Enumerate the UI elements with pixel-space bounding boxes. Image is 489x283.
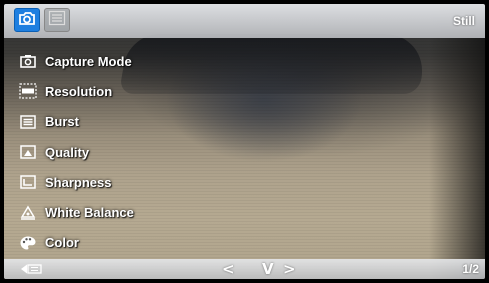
menu-item-label: Burst: [45, 114, 79, 130]
header-bar: Still: [4, 4, 485, 38]
menu-item-label: Sharpness: [45, 174, 112, 190]
nav-right-arrow[interactable]: >: [283, 260, 296, 278]
resolution-size-icon: [18, 82, 38, 100]
menu-item-label: White Balance: [45, 205, 134, 221]
white-balance-icon: [18, 204, 38, 222]
menu-item-color[interactable]: Color: [18, 228, 258, 258]
menu-item-label: Capture Mode: [45, 53, 132, 69]
menu-item-sharpness[interactable]: Sharpness: [18, 167, 258, 197]
menu-item-white-balance[interactable]: White Balance: [18, 197, 258, 227]
menu-item-label: Quality: [45, 144, 90, 160]
back-icon: [19, 260, 43, 279]
nav-left-arrow[interactable]: <: [222, 260, 235, 278]
settings-list-icon: [48, 10, 66, 30]
color-palette-icon: [18, 234, 38, 252]
capture-mode-icon: [18, 52, 38, 70]
camera-icon: [18, 11, 36, 30]
burst-icon: [18, 113, 38, 131]
tab-camera[interactable]: [14, 8, 40, 32]
menu-item-quality[interactable]: Quality: [18, 137, 258, 167]
capture-menu: Capture Mode Resolution Burst Quality Sh…: [18, 46, 258, 258]
mode-label: Still: [452, 14, 475, 28]
background-shadow: [429, 4, 485, 279]
menu-item-label: Resolution: [45, 83, 113, 99]
quality-icon: [18, 143, 38, 161]
footer-bar: < V > 1/2: [4, 259, 485, 279]
page-indicator: 1/2: [462, 262, 479, 276]
camera-screen: Still Capture Mode Resolution Burst Qual…: [4, 4, 485, 279]
menu-item-capture-mode[interactable]: Capture Mode: [18, 46, 258, 76]
menu-item-resolution[interactable]: Resolution: [18, 76, 258, 106]
tab-settings[interactable]: [44, 8, 70, 32]
menu-item-burst[interactable]: Burst: [18, 107, 258, 137]
menu-item-label: Color: [45, 235, 79, 251]
sharpness-icon: [18, 173, 38, 191]
nav-down-arrow[interactable]: V: [262, 260, 274, 278]
back-button[interactable]: [18, 262, 44, 276]
